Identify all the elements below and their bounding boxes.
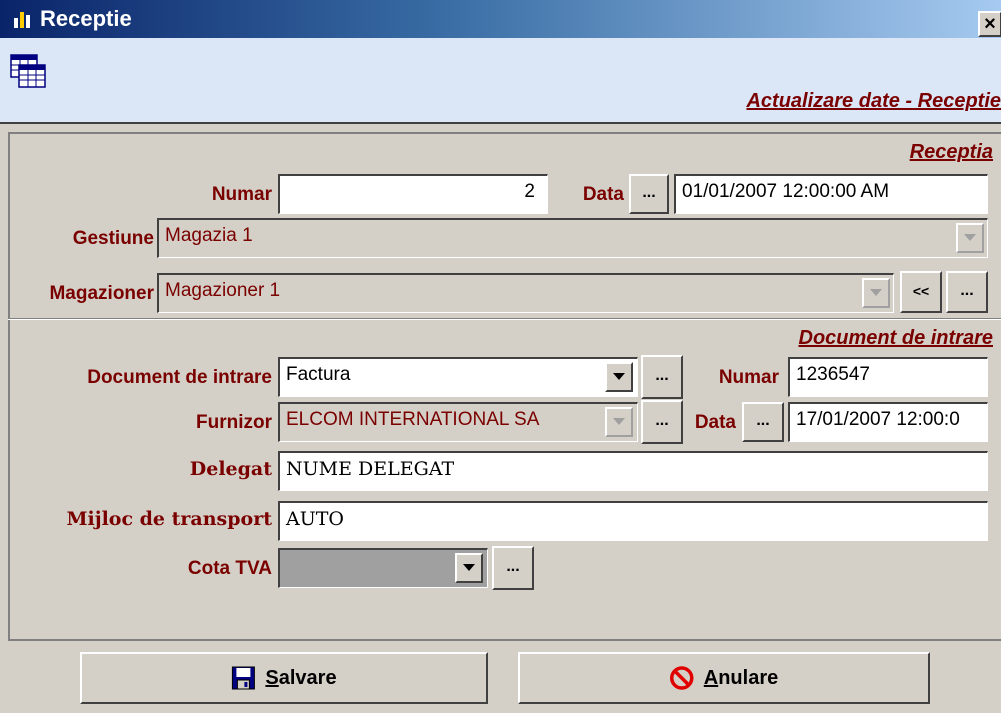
cancel-accelerator: A [703, 666, 719, 689]
magazioner-back-button[interactable]: << [900, 271, 942, 313]
gestiune-dropdown-button[interactable] [956, 223, 984, 253]
header-title: Actualizare date - Receptie [746, 90, 1001, 112]
document-numar-input[interactable]: 1236547 [788, 357, 988, 397]
section-title-document: Document de intrare [798, 327, 993, 349]
cancel-label: nulare [718, 666, 779, 689]
document-data-input[interactable]: 17/01/2007 12:00:0 [788, 402, 988, 442]
magazioner-select[interactable]: Magazioner 1 [157, 273, 894, 313]
title-bar: Receptie × [0, 0, 1001, 38]
cota-tva-dropdown-button[interactable] [455, 553, 483, 583]
close-button[interactable]: × [978, 11, 1001, 37]
numar-label: Numar [211, 184, 272, 205]
no-entry-icon [670, 666, 694, 690]
section-divider [8, 318, 1001, 320]
document-intrare-browse-button[interactable]: ... [641, 355, 683, 399]
chevron-down-icon [964, 234, 976, 241]
data-picker-button[interactable]: ... [629, 174, 669, 214]
chevron-down-icon [463, 564, 475, 571]
numar-input[interactable]: 2 [278, 174, 548, 214]
document-intrare-value: Factura [286, 364, 351, 385]
section-title-receptia: Receptia [909, 141, 993, 163]
cota-tva-browse-button[interactable]: ... [492, 546, 534, 590]
document-data-picker-button[interactable]: ... [742, 402, 784, 442]
gestiune-label: Gestiune [72, 228, 154, 249]
furnizor-browse-button[interactable]: ... [641, 400, 683, 444]
save-button[interactable]: Salvare [80, 652, 488, 704]
gestiune-select[interactable]: Magazia 1 [157, 218, 988, 258]
table-grid-icon [10, 54, 46, 88]
save-accelerator: S [265, 666, 279, 689]
document-numar-label: Numar [718, 367, 779, 388]
delegat-input[interactable]: NUME DELEGAT [278, 451, 988, 491]
furnizor-dropdown-button[interactable] [605, 407, 633, 437]
chevron-down-icon [870, 289, 882, 296]
close-icon: × [984, 13, 996, 35]
magazioner-dropdown-button[interactable] [862, 278, 890, 308]
furnizor-value: ELCOM INTERNATIONAL SA [286, 409, 540, 430]
window-title: Receptie [40, 6, 132, 31]
delegat-label: Delegat [189, 458, 272, 480]
document-intrare-dropdown-button[interactable] [605, 362, 633, 392]
furnizor-select[interactable]: ELCOM INTERNATIONAL SA [278, 402, 638, 442]
magazioner-browse-button[interactable]: ... [946, 271, 988, 313]
data-label: Data [582, 184, 624, 205]
document-intrare-select[interactable]: Factura [278, 357, 638, 397]
cota-tva-label: Cota TVA [187, 558, 272, 579]
gestiune-value: Magazia 1 [165, 225, 253, 246]
magazioner-label: Magazioner [49, 283, 154, 304]
mijloc-transport-label: Mijloc de transport [66, 508, 272, 530]
furnizor-label: Furnizor [196, 412, 272, 433]
document-intrare-label: Document de intrare [87, 367, 272, 388]
cancel-button[interactable]: Anulare [518, 652, 930, 704]
save-label: alvare [278, 666, 337, 689]
data-input[interactable]: 01/01/2007 12:00:00 AM [674, 174, 988, 214]
bar-chart-icon [13, 9, 33, 29]
mijloc-transport-input[interactable]: AUTO [278, 501, 988, 541]
header-band: Actualizare date - Receptie [0, 38, 1001, 124]
floppy-disk-icon [231, 666, 255, 690]
document-data-label: Data [694, 412, 736, 433]
magazioner-value: Magazioner 1 [165, 280, 281, 301]
chevron-down-icon [613, 373, 625, 380]
chevron-down-icon [613, 418, 625, 425]
